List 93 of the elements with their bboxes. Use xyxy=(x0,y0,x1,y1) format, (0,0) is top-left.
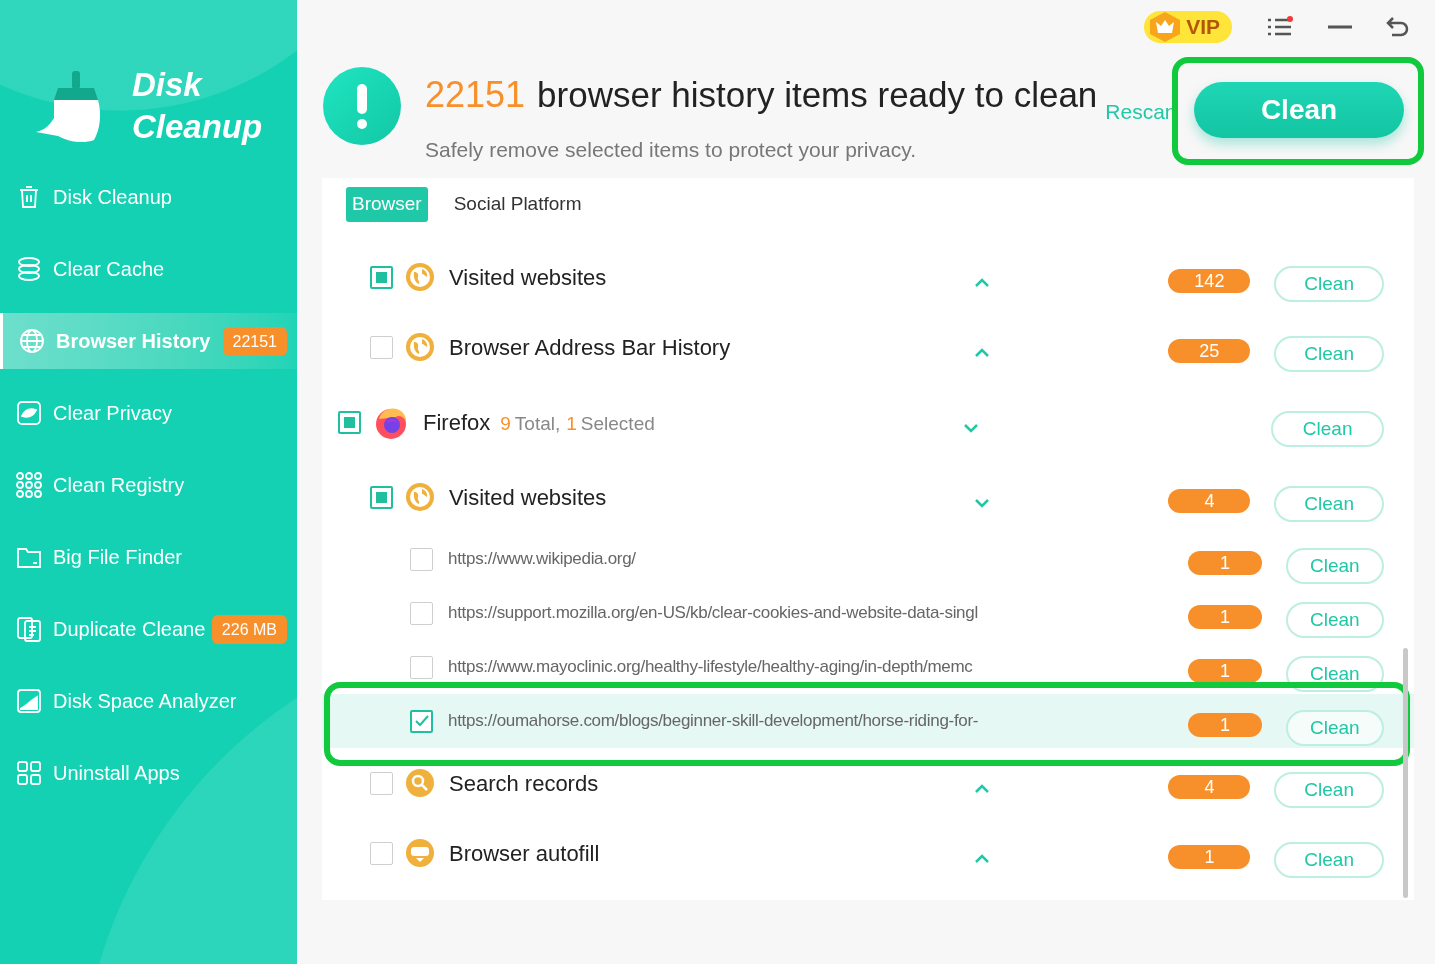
url-row[interactable]: https://oumahorse.com/blogs/beginner-skill-development/horse-riding-for- 1 Clean xyxy=(322,694,1414,748)
row-title: Search records xyxy=(449,769,599,798)
checkbox[interactable] xyxy=(410,601,433,625)
sidebar-label: Browser History xyxy=(56,329,211,354)
clean-button[interactable]: Clean xyxy=(1274,772,1384,808)
scrollbar[interactable] xyxy=(1403,648,1408,898)
sidebar-label: Clear Cache xyxy=(53,257,165,282)
chevron-icon[interactable] xyxy=(973,278,990,288)
sidebar-item[interactable]: Disk Space Analyzer xyxy=(0,673,297,729)
sidebar-label: Uninstall Apps xyxy=(53,761,180,786)
clean-button[interactable]: Clean xyxy=(1285,710,1384,746)
clean-button[interactable]: Clean xyxy=(1285,656,1384,692)
checkbox[interactable] xyxy=(370,771,393,795)
menu-icon[interactable] xyxy=(1266,16,1294,38)
chevron-icon[interactable] xyxy=(973,498,990,508)
grid-icon xyxy=(15,471,43,499)
clean-button[interactable]: Clean xyxy=(1194,82,1404,138)
url-text: https://www.mayoclinic.org/healthy-lifestyle/healthy-aging/in-depth/memc xyxy=(448,656,973,679)
row-title: Browser autofill xyxy=(449,839,600,868)
stack-icon xyxy=(15,255,43,283)
crown-icon xyxy=(1148,11,1183,43)
sidebar-item[interactable]: Uninstall Apps xyxy=(0,745,297,801)
sidebar-label: Disk Space Analyzer xyxy=(53,689,237,714)
checkbox[interactable] xyxy=(410,709,433,733)
selected-count: 1 xyxy=(566,411,577,436)
subtitle: Safely remove selected items to protect your privacy. xyxy=(425,137,917,163)
alert-icon xyxy=(322,66,402,146)
sidebar-item[interactable]: Duplicate Cleane 226 MB xyxy=(0,601,297,657)
clean-button[interactable]: Clean xyxy=(1285,602,1384,638)
count-badge: 226 MB xyxy=(211,614,287,644)
count-badge: 142 xyxy=(1168,269,1251,293)
sidebar-item[interactable]: Clean Registry xyxy=(0,457,297,513)
count-badge: 1 xyxy=(1188,551,1262,575)
chevron-icon[interactable] xyxy=(963,423,979,433)
sidebar-item[interactable]: Big File Finder xyxy=(0,529,297,585)
chevron-icon[interactable] xyxy=(973,854,990,864)
sidebar-item[interactable]: Clear Privacy xyxy=(0,385,297,441)
minimize-icon[interactable] xyxy=(1328,25,1352,29)
sidebar-label: Clear Privacy xyxy=(53,401,172,426)
checkbox[interactable] xyxy=(338,410,361,434)
clean-button[interactable]: Clean xyxy=(1271,411,1384,447)
total-label: Total, xyxy=(514,411,561,436)
app-name: Disk xyxy=(132,65,204,105)
documents-icon xyxy=(15,615,43,643)
count-badge: 4 xyxy=(1168,489,1251,513)
clean-button[interactable]: Clean xyxy=(1274,266,1384,302)
app-name: Cleanup xyxy=(132,107,263,147)
back-icon[interactable] xyxy=(1386,16,1410,38)
count-badge: 1 xyxy=(1188,605,1262,629)
checkbox[interactable] xyxy=(410,547,433,571)
checkbox[interactable] xyxy=(370,841,393,865)
chart-icon xyxy=(15,687,43,715)
selected-label: Selected xyxy=(580,411,655,436)
row-title: Visited websites xyxy=(449,483,607,512)
url-text: https://www.wikipedia.org/ xyxy=(448,548,636,571)
apps-icon xyxy=(15,759,43,787)
item-count: 22151 xyxy=(425,73,526,117)
checkbox[interactable] xyxy=(410,655,433,679)
checkbox[interactable] xyxy=(370,265,393,289)
row-title: Browser Address Bar History xyxy=(449,333,731,362)
sidebar-item[interactable]: Disk Cleanup xyxy=(0,169,297,225)
checkbox[interactable] xyxy=(370,485,393,509)
row-title: Firefox xyxy=(423,408,491,437)
checkbox[interactable] xyxy=(370,335,393,359)
clean-button[interactable]: Clean xyxy=(1274,486,1384,522)
chevron-icon[interactable] xyxy=(973,784,990,794)
sidebar-label: Duplicate Cleane xyxy=(53,617,206,642)
row-title: Visited websites xyxy=(449,263,607,292)
count-badge: 25 xyxy=(1168,339,1251,363)
check-icon xyxy=(414,715,429,727)
clean-button[interactable]: Clean xyxy=(1274,336,1384,372)
clean-button[interactable]: Clean xyxy=(1285,548,1384,584)
url-text: https://oumahorse.com/blogs/beginner-skill-development/horse-riding-for- xyxy=(448,710,979,733)
page-title: browser history items ready to clean xyxy=(537,74,1098,116)
clean-button[interactable]: Clean xyxy=(1274,842,1384,878)
sidebar-label: Big File Finder xyxy=(53,545,182,570)
search-icon xyxy=(405,768,435,798)
sidebar-label: Clean Registry xyxy=(53,473,185,498)
sidebar-label: Disk Cleanup xyxy=(53,185,172,210)
tab[interactable]: Browser xyxy=(346,186,428,222)
count-badge: 1 xyxy=(1168,845,1251,869)
autofill-icon xyxy=(405,838,435,868)
url-text: https://support.mozilla.org/en-US/kb/clear-cookies-and-website-data-singl xyxy=(448,602,978,625)
count-badge: 1 xyxy=(1188,659,1262,683)
count-badge: 4 xyxy=(1168,775,1251,799)
chevron-icon[interactable] xyxy=(973,348,990,358)
privacy-icon xyxy=(15,399,43,427)
sidebar-item[interactable]: Browser History 22151 xyxy=(0,313,297,369)
count-badge: 22151 xyxy=(222,326,287,356)
sidebar-item[interactable]: Clear Cache xyxy=(0,241,297,297)
vip-badge[interactable]: VIP xyxy=(1144,11,1232,43)
count-badge: 1 xyxy=(1188,713,1262,737)
total-count: 9 xyxy=(500,411,511,436)
